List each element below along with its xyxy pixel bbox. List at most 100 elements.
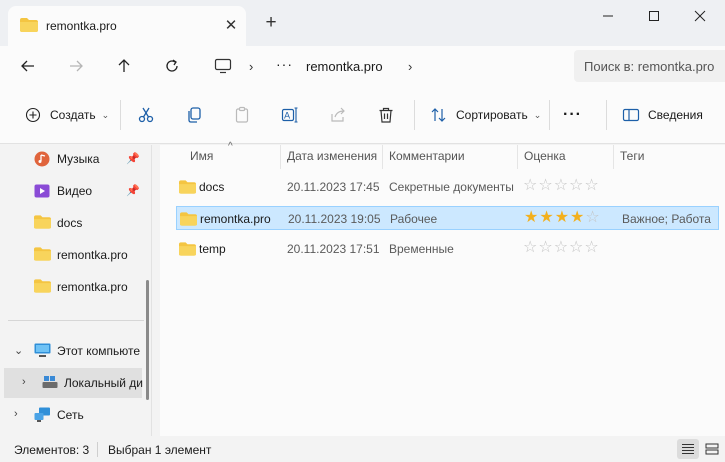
file-comment: Рабочее: [390, 212, 438, 226]
column-header-comment[interactable]: Комментарии: [383, 145, 518, 169]
toolbar-divider: [549, 100, 550, 130]
sort-button[interactable]: Сортировать ⌄: [428, 100, 541, 130]
file-row[interactable]: docs 20.11.2023 17:45 Секретные документы ☆…: [176, 175, 719, 199]
chevron-right-icon[interactable]: ›: [249, 59, 253, 74]
sidebar-item-docs[interactable]: docs: [0, 208, 142, 238]
clipboard-icon: [231, 104, 253, 126]
more-options-button[interactable]: ···: [563, 100, 582, 130]
star-filled-icon[interactable]: ★: [539, 210, 553, 226]
tab-remontka[interactable]: remontka.pro ✕: [8, 6, 246, 46]
share-button[interactable]: [327, 100, 349, 130]
file-date: 20.11.2023 19:05: [288, 212, 381, 226]
sidebar-item-local-disk[interactable]: › Локальный ди: [4, 368, 143, 398]
close-window-button[interactable]: [677, 0, 723, 32]
scissors-icon: [135, 104, 157, 126]
close-tab-icon[interactable]: ✕: [220, 15, 242, 37]
search-input[interactable]: Поиск в: remontka.pro: [574, 50, 725, 82]
svg-text:A: A: [284, 112, 291, 122]
sidebar-item-label: docs: [57, 216, 83, 230]
folder-icon: [179, 180, 196, 197]
chevron-right-icon[interactable]: ›: [14, 408, 18, 420]
navigation-pane: Музыка 📌 Видео 📌 docs remontka.pro remon…: [0, 145, 152, 436]
sidebar-item-this-pc[interactable]: ⌄ Этот компьюте: [0, 336, 142, 366]
details-pane-icon: [620, 104, 642, 126]
file-list: Имя ^ Дата изменения Комментарии Оценка …: [160, 141, 725, 436]
sidebar-item-remontka-1[interactable]: remontka.pro: [0, 240, 142, 270]
star-empty-icon[interactable]: ☆: [569, 240, 583, 256]
copy-button[interactable]: [183, 100, 205, 130]
rename-button[interactable]: A: [279, 100, 301, 130]
column-header-label: Оценка: [524, 149, 566, 163]
chevron-right-icon[interactable]: ›: [22, 376, 26, 388]
maximize-button[interactable]: [631, 0, 677, 32]
computer-icon: [34, 343, 51, 361]
sidebar-item-remontka-2[interactable]: remontka.pro: [0, 272, 142, 302]
sidebar-item-video[interactable]: Видео 📌: [0, 176, 142, 206]
column-header-date[interactable]: Дата изменения: [281, 145, 383, 169]
star-filled-icon[interactable]: ★: [524, 210, 538, 226]
star-empty-icon[interactable]: ☆: [585, 210, 599, 226]
tab-title: remontka.pro: [46, 19, 117, 33]
paste-button[interactable]: [231, 100, 253, 130]
file-name: temp: [199, 242, 226, 256]
address-bar[interactable]: › ··· remontka.pro ›: [206, 50, 570, 82]
navigation-bar: › ··· remontka.pro › Поиск в: remontka.p…: [0, 46, 725, 86]
create-button[interactable]: Создать ⌄: [22, 100, 109, 130]
breadcrumb-overflow[interactable]: ···: [276, 56, 293, 72]
chevron-right-icon[interactable]: ›: [408, 59, 412, 74]
details-pane-button[interactable]: Сведения: [620, 100, 703, 130]
star-empty-icon[interactable]: ☆: [523, 178, 537, 194]
breadcrumb[interactable]: remontka.pro: [306, 59, 383, 74]
file-row[interactable]: temp 20.11.2023 17:51 Временные ☆ ☆ ☆ ☆ ☆: [176, 237, 719, 261]
file-date: 20.11.2023 17:45: [287, 180, 380, 194]
file-tags: Важное; Работа: [622, 212, 711, 226]
star-filled-icon[interactable]: ★: [555, 210, 569, 226]
minimize-button[interactable]: [585, 0, 631, 32]
tiles-view-button[interactable]: [701, 439, 723, 459]
star-empty-icon[interactable]: ☆: [523, 240, 537, 256]
rating-stars[interactable]: ★ ★ ★ ★ ☆: [524, 210, 600, 226]
star-empty-icon[interactable]: ☆: [554, 240, 568, 256]
new-tab-button[interactable]: +: [260, 12, 282, 34]
toolbar-divider: [120, 100, 121, 130]
forward-button[interactable]: [61, 51, 91, 81]
rating-stars[interactable]: ☆ ☆ ☆ ☆ ☆: [523, 178, 599, 194]
sidebar-scrollbar[interactable]: [146, 280, 149, 400]
trash-icon: [375, 104, 397, 126]
column-header-label: Дата изменения: [287, 149, 378, 163]
rating-stars[interactable]: ☆ ☆ ☆ ☆ ☆: [523, 240, 599, 256]
details-view-button[interactable]: [677, 439, 699, 459]
status-divider: [97, 442, 98, 457]
star-empty-icon[interactable]: ☆: [584, 240, 598, 256]
star-empty-icon[interactable]: ☆: [554, 178, 568, 194]
video-icon: [34, 183, 50, 202]
column-header-name[interactable]: Имя ^: [184, 141, 281, 169]
chevron-down-icon[interactable]: ⌄: [14, 344, 23, 357]
star-empty-icon[interactable]: ☆: [538, 178, 552, 194]
sort-up-icon: ^: [228, 141, 233, 152]
up-button[interactable]: [109, 51, 139, 81]
create-label: Создать: [50, 108, 96, 122]
star-empty-icon[interactable]: ☆: [584, 178, 598, 194]
plus-circle-icon: [22, 104, 44, 126]
folder-icon: [34, 247, 51, 264]
cut-button[interactable]: [135, 100, 157, 130]
chevron-down-icon: ⌄: [101, 109, 110, 120]
refresh-button[interactable]: [157, 51, 187, 81]
sidebar-item-music[interactable]: Музыка 📌: [0, 145, 142, 174]
column-header-tags[interactable]: Теги: [614, 145, 719, 169]
sidebar-item-label: remontka.pro: [57, 280, 128, 294]
back-button[interactable]: [13, 51, 43, 81]
sidebar-item-label: Музыка: [57, 152, 100, 166]
sidebar-item-network[interactable]: › Сеть: [0, 400, 142, 430]
toolbar-divider: [414, 100, 415, 130]
file-row[interactable]: remontka.pro 20.11.2023 19:05 Рабочее Важно…: [176, 206, 719, 230]
status-bar: Элементов: 3 Выбран 1 элемент: [0, 436, 725, 462]
column-header-rating[interactable]: Оценка: [518, 145, 614, 169]
star-filled-icon[interactable]: ★: [570, 210, 584, 226]
delete-button[interactable]: [375, 100, 397, 130]
file-name: remontka.pro: [200, 212, 271, 226]
star-empty-icon[interactable]: ☆: [538, 240, 552, 256]
star-empty-icon[interactable]: ☆: [569, 178, 583, 194]
copy-icon: [183, 104, 205, 126]
